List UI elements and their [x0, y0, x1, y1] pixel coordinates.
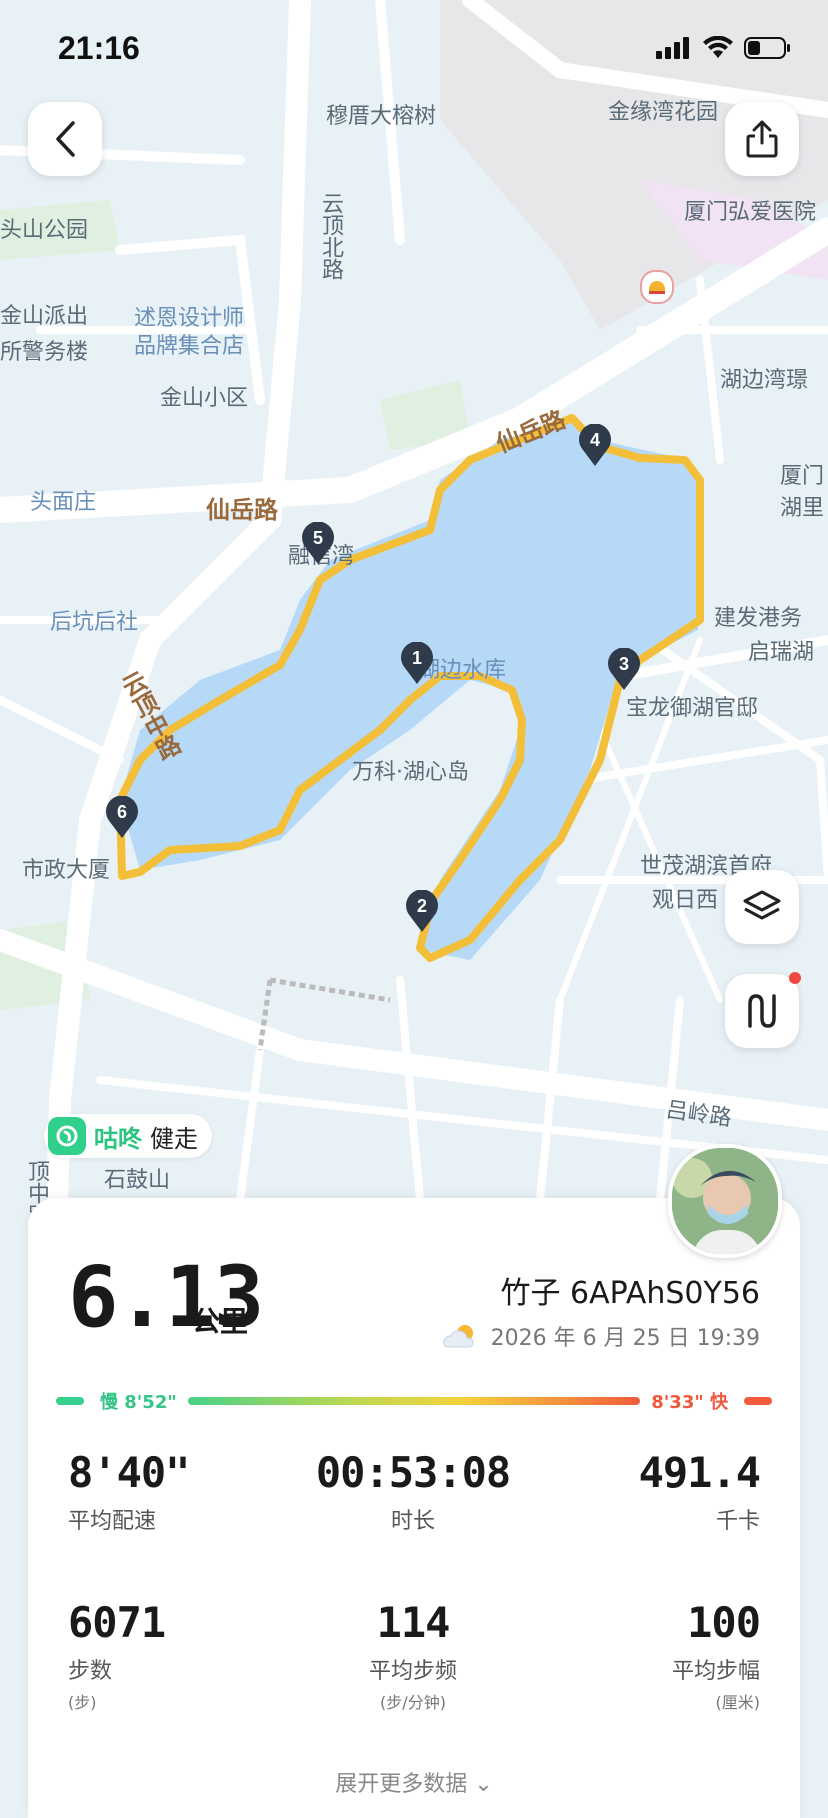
stride-unit: (厘米) — [715, 1693, 761, 1712]
map-label: 宝龙御湖官邸 — [626, 696, 759, 721]
pace-legend: 慢 8'52" 8'33" 快 — [56, 1386, 772, 1416]
route-pin-1[interactable]: 1 — [399, 642, 435, 686]
steps-stat: 6071 步数 (步) — [68, 1598, 166, 1713]
map-layers-button[interactable] — [725, 870, 799, 944]
map-label: 石鼓山 — [104, 1168, 171, 1193]
gas-station-icon — [640, 270, 674, 304]
fast-pace-label: 8'33" 快 — [651, 1392, 728, 1413]
wifi-icon — [703, 36, 733, 58]
share-button[interactable] — [725, 102, 799, 176]
route-pin-3[interactable]: 3 — [606, 648, 642, 692]
map-label: 万科·湖心岛 — [352, 760, 469, 785]
cellular-signal-icon — [656, 37, 689, 59]
brand-name: 咕咚 — [94, 1124, 142, 1153]
status-bar: 21:16 — [0, 0, 828, 100]
map-label: 仙岳路 — [206, 496, 278, 524]
map-label: 市政大厦 — [22, 858, 111, 883]
steps-label: 步数 — [68, 1659, 113, 1684]
avg-pace-stat: 8'40" 平均配速 — [68, 1448, 190, 1535]
back-button[interactable] — [28, 102, 102, 176]
stride-stat: 100 平均步幅 (厘米) — [671, 1598, 761, 1713]
distance-unit: 公里 — [192, 1305, 249, 1338]
chevron-left-icon — [56, 121, 75, 157]
map-label: 启瑞湖 — [748, 640, 815, 665]
username[interactable]: 竹子 6APAhS0Y56 — [501, 1268, 760, 1312]
layers-icon — [743, 890, 781, 920]
stride-value: 100 — [687, 1598, 761, 1647]
fast-indicator — [744, 1397, 772, 1405]
map-label: 穆厝大榕树 — [326, 104, 437, 129]
cadence-label: 平均步频 — [368, 1659, 458, 1684]
activity-datetime: 2026 年 6 月 25 日 19:39 — [490, 1326, 760, 1351]
map-label: 品牌集合店 — [134, 334, 245, 359]
avatar[interactable] — [668, 1144, 782, 1258]
avg-pace-label: 平均配速 — [68, 1509, 157, 1534]
calories-label: 千卡 — [715, 1509, 760, 1534]
status-time: 21:16 — [58, 30, 140, 66]
cadence-stat: 114 平均步频 (步/分钟) — [369, 1598, 457, 1713]
map-label: 观日西 — [652, 888, 719, 913]
map-label: 厦门 — [780, 464, 825, 489]
avg-pace-value: 8'40" — [68, 1448, 190, 1497]
steps-value: 6071 — [68, 1598, 166, 1647]
map-label: 湖里 — [780, 496, 825, 521]
map-label: 所警务楼 — [0, 340, 89, 365]
map-label: 厦门弘爱医院 — [684, 200, 817, 225]
duration-label: 时长 — [390, 1509, 436, 1534]
map-label: 建发港务 — [714, 606, 803, 631]
cadence-unit: (步/分钟) — [380, 1693, 446, 1712]
pace-gradient-bar — [188, 1397, 640, 1405]
stride-label: 平均步幅 — [671, 1659, 760, 1684]
map-label: 金山派出 — [0, 304, 89, 329]
battery-icon — [744, 37, 790, 59]
route-replay-button[interactable] — [725, 972, 801, 1048]
notification-dot — [789, 972, 801, 984]
activity-datetime-row: 2026 年 6 月 25 日 19:39 — [443, 1320, 760, 1352]
calories-value: 491.4 — [638, 1448, 761, 1497]
activity-mode: 健走 — [150, 1124, 198, 1153]
map-label: 金山小区 — [160, 386, 249, 411]
route-pin-6[interactable]: 6 — [104, 796, 140, 840]
map-label: 后坑后社 — [50, 610, 139, 635]
codoon-logo-icon — [48, 1117, 86, 1155]
expand-more-data-button[interactable]: 展开更多数据 ⌄ — [0, 1766, 828, 1798]
slow-pace-label: 慢 8'52" — [100, 1392, 177, 1413]
share-icon — [746, 120, 778, 158]
route-icon — [748, 994, 776, 1028]
map-label: 头山公园 — [0, 218, 89, 243]
duration-value: 00:53:08 — [315, 1448, 511, 1497]
app-brand-badge: 咕咚 健走 — [44, 1114, 212, 1158]
duration-stat: 00:53:08 时长 — [315, 1448, 511, 1535]
steps-unit: (步) — [68, 1693, 97, 1712]
slow-indicator — [56, 1397, 84, 1405]
map-label: 湖边湾璟 — [720, 368, 809, 393]
map-label: 头面庄 — [30, 490, 97, 515]
cadence-value: 114 — [376, 1598, 451, 1647]
route-pin-4[interactable]: 4 — [577, 424, 613, 468]
route-pin-2[interactable]: 2 — [404, 890, 440, 934]
partly-cloudy-icon — [443, 1325, 474, 1348]
route-pin-5[interactable]: 5 — [300, 522, 336, 566]
map-label: 云顶北路 — [318, 192, 343, 280]
status-icons — [656, 36, 792, 60]
calories-stat: 491.4 千卡 — [638, 1448, 761, 1535]
